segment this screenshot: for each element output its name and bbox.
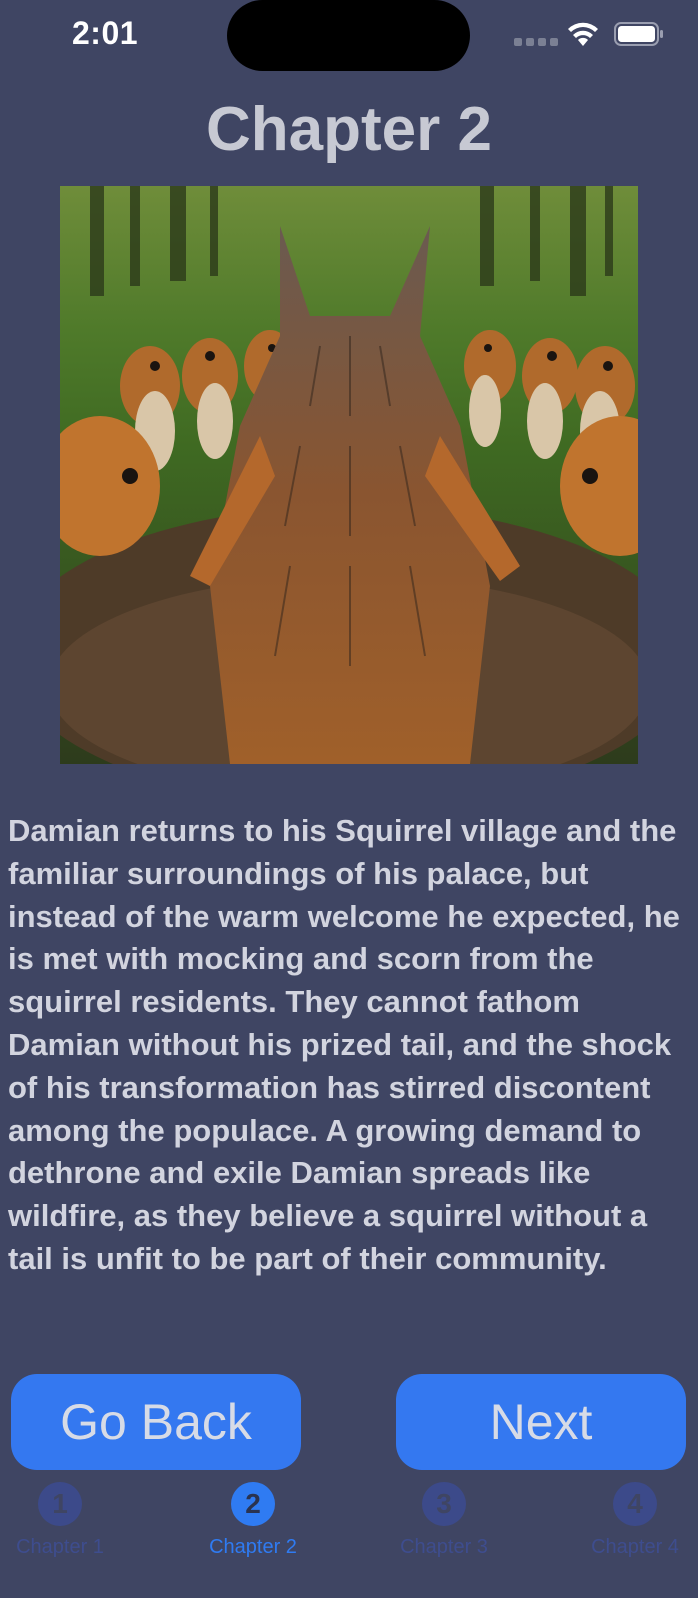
chapter-1-number-icon: 1 [38,1482,82,1526]
wifi-icon [568,22,598,46]
chapter-3-number-icon: 3 [422,1482,466,1526]
status-bar: 2:01 [0,0,698,80]
chapter-2-number-icon: 2 [231,1482,275,1526]
tab-label: Chapter 1 [16,1536,104,1558]
story-text: Damian returns to his Squirrel village a… [8,813,680,1276]
squirrel-council-image [60,186,638,764]
chapter-tab-bar: 1 Chapter 1 2 Chapter 2 3 Chapter 3 4 Ch… [0,1482,698,1598]
tab-chapter-1[interactable]: 1 Chapter 1 [0,1482,135,1559]
tab-label: Chapter 3 [400,1536,488,1558]
go-back-button[interactable]: Go Back [11,1374,301,1470]
tab-label: Chapter 4 [591,1536,679,1558]
chapter-4-number-icon: 4 [613,1482,657,1526]
tab-chapter-4[interactable]: 4 Chapter 4 [560,1482,698,1559]
status-time: 2:01 [72,15,139,51]
dynamic-island [227,0,470,71]
tab-chapter-3[interactable]: 3 Chapter 3 [369,1482,519,1559]
battery-icon [614,22,663,46]
next-button[interactable]: Next [396,1374,686,1470]
chapter-title: Chapter 2 [206,95,492,164]
chapter-illustration [60,186,638,764]
tab-chapter-2[interactable]: 2 Chapter 2 [178,1482,328,1559]
tab-label: Chapter 2 [209,1536,297,1558]
cellular-signal-icon [514,38,558,46]
